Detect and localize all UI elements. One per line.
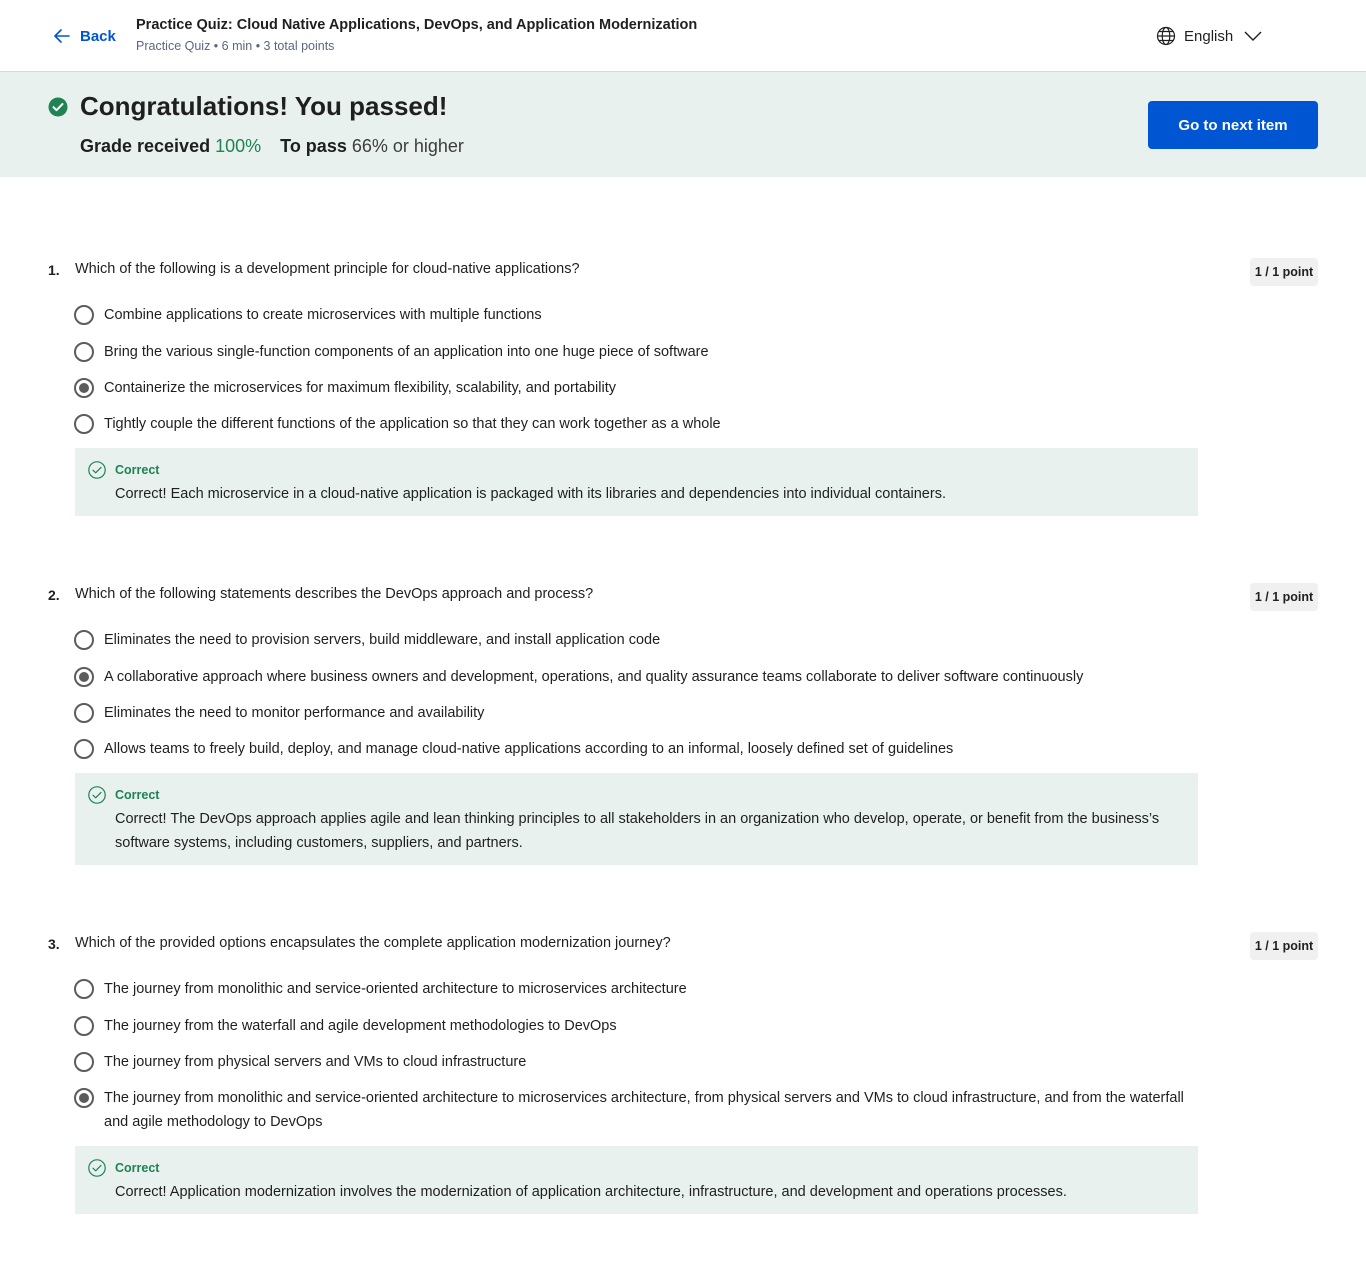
answer-option[interactable]: The journey from monolithic and service-… [74, 979, 1194, 1001]
radio-button[interactable] [74, 1016, 94, 1036]
option-label: The journey from physical servers and VM… [104, 1054, 527, 1070]
option-label: The journey from the waterfall and agile… [104, 1018, 617, 1034]
globe-icon [1156, 26, 1176, 46]
go-to-next-item-button[interactable]: Go to next item [1148, 101, 1318, 149]
answer-option[interactable]: Eliminates the need to monitor performan… [74, 703, 1194, 725]
arrow-left-icon [54, 29, 70, 43]
question-text: Which of the following is a development … [75, 261, 580, 277]
feedback-label: Correct [115, 788, 160, 802]
pass-label: To pass [280, 136, 347, 156]
points-badge: 1 / 1 point [1250, 583, 1318, 611]
check-circle-outline-icon [88, 786, 106, 804]
radio-button[interactable] [74, 739, 94, 759]
answer-option-selected[interactable]: A collaborative approach where business … [74, 667, 1194, 689]
feedback-text: Correct! Each microservice in a cloud-na… [115, 486, 946, 502]
answer-option[interactable]: The journey from physical servers and VM… [74, 1052, 1194, 1074]
feedback-box: Correct Correct! Application modernizati… [75, 1146, 1198, 1214]
radio-button[interactable] [74, 414, 94, 434]
option-label: A collaborative approach where business … [104, 669, 1084, 685]
question-text: Which of the provided options encapsulat… [75, 935, 671, 951]
quiz-meta: Practice Quiz • 6 min • 3 total points [136, 39, 335, 53]
option-label: Eliminates the need to monitor performan… [104, 705, 485, 721]
answer-option[interactable]: Combine applications to create microserv… [74, 305, 1194, 327]
grade-line: Grade received 100% To pass 66% or highe… [80, 136, 464, 157]
option-label: Eliminates the need to provision servers… [104, 632, 661, 648]
grade-label: Grade received [80, 136, 211, 156]
feedback-text: Correct! Application modernization invol… [115, 1184, 1067, 1200]
radio-button[interactable] [74, 342, 94, 362]
feedback-label: Correct [115, 463, 160, 477]
chevron-down-icon [1244, 31, 1262, 41]
option-label: Combine applications to create microserv… [104, 307, 542, 323]
back-button[interactable]: Back [52, 26, 116, 46]
question-number: 2. [48, 587, 60, 603]
option-label: Allows teams to freely build, deploy, an… [104, 741, 954, 757]
page-title: Practice Quiz: Cloud Native Applications… [136, 17, 698, 33]
answer-option[interactable]: Allows teams to freely build, deploy, an… [74, 739, 1194, 761]
language-label: English [1184, 27, 1234, 45]
quiz-title-block: Practice Quiz: Cloud Native Applications… [136, 17, 697, 53]
answer-option[interactable]: The journey from the waterfall and agile… [74, 1016, 1194, 1038]
question-text: Which of the following statements descri… [75, 586, 594, 602]
answer-option-selected[interactable]: Containerize the microservices for maxim… [74, 378, 1194, 400]
pass-threshold: 66% or higher [351, 136, 464, 156]
question-number: 3. [48, 936, 60, 952]
pass-title: Congratulations! You passed! [80, 91, 448, 121]
back-label: Back [80, 27, 116, 45]
option-label: Bring the various single-function compon… [104, 344, 709, 360]
question-number: 1. [48, 262, 60, 278]
feedback-text: Correct! The DevOps approach applies agi… [115, 811, 1160, 851]
radio-button[interactable] [74, 630, 94, 650]
top-header: Back Practice Quiz: Cloud Native Applica… [0, 0, 1366, 72]
answer-option[interactable]: Tightly couple the different functions o… [74, 414, 1194, 436]
feedback-box: Correct Correct! The DevOps approach app… [75, 773, 1198, 865]
option-label: The journey from monolithic and service-… [104, 1090, 1184, 1130]
radio-button-selected[interactable] [74, 378, 94, 398]
answer-option[interactable]: Eliminates the need to provision servers… [74, 630, 1194, 652]
answer-option[interactable]: Bring the various single-function compon… [74, 342, 1194, 364]
option-label: The journey from monolithic and service-… [104, 981, 687, 997]
check-circle-outline-icon [88, 461, 106, 479]
feedback-label: Correct [115, 1161, 160, 1175]
radio-button-selected[interactable] [74, 1088, 94, 1108]
radio-button[interactable] [74, 979, 94, 999]
radio-button-selected[interactable] [74, 667, 94, 687]
language-selector[interactable]: English [1156, 26, 1263, 46]
grade-value: 100% [215, 136, 262, 156]
option-label: Containerize the microservices for maxim… [104, 380, 616, 396]
option-label: Tightly couple the different functions o… [104, 416, 721, 432]
radio-button[interactable] [74, 703, 94, 723]
points-badge: 1 / 1 point [1250, 258, 1318, 286]
answer-option-selected[interactable]: The journey from monolithic and service-… [74, 1088, 1194, 1134]
check-circle-icon [48, 97, 68, 117]
radio-button[interactable] [74, 1052, 94, 1072]
check-circle-outline-icon [88, 1159, 106, 1177]
points-badge: 1 / 1 point [1250, 932, 1318, 960]
radio-button[interactable] [74, 305, 94, 325]
feedback-box: Correct Correct! Each microservice in a … [75, 448, 1198, 516]
